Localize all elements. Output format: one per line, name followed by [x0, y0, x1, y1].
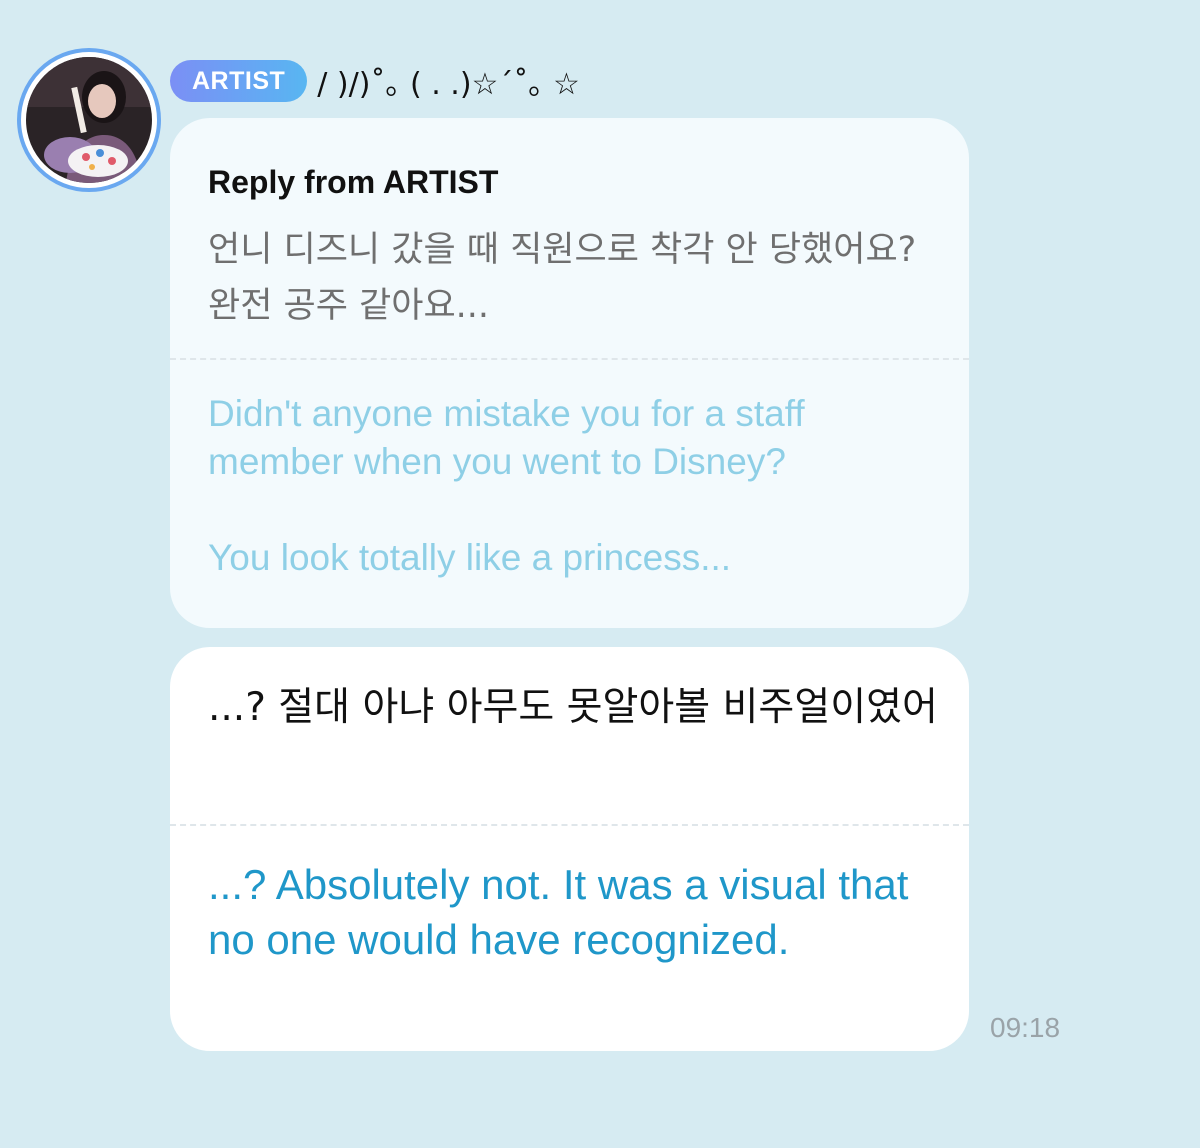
message-original-text: ...? 절대 아냐 아무도 못알아볼 비주얼이였어 [208, 685, 938, 730]
message-translation: ...? Absolutely not. It was a visual tha… [208, 861, 909, 963]
message-divider [170, 824, 969, 826]
avatar[interactable] [17, 48, 161, 192]
reply-title: Reply from ARTIST [208, 164, 499, 200]
profile-photo-icon [26, 57, 152, 183]
reply-original-text: 언니 디즈니 갔을 때 직원으로 착각 안 당했어요? 완전 공주 같아요... [208, 230, 917, 326]
reply-bubble[interactable]: Reply from ARTIST 언니 디즈니 갔을 때 직원으로 착각 안 … [170, 118, 969, 628]
reply-translation-line-1: Didn't anyone mistake you for a staff me… [208, 393, 805, 482]
artist-badge: ARTIST [170, 60, 308, 102]
message-timestamp: 09:18 [990, 1012, 1061, 1043]
reply-translation: Didn't anyone mistake you for a staff me… [208, 390, 928, 582]
avatar-photo [26, 57, 152, 183]
sender-name: / )/)˚｡ ( . .)☆´˚｡ ☆ [317, 67, 580, 102]
message-bubble[interactable]: ...? 절대 아냐 아무도 못알아볼 비주얼이였어 ...? Absolute… [170, 647, 969, 1051]
reply-divider [170, 358, 969, 360]
reply-translation-line-2: You look totally like a princess... [208, 537, 732, 578]
message-header: ARTIST / )/)˚｡ ( . .)☆´˚｡ ☆ [170, 58, 580, 104]
